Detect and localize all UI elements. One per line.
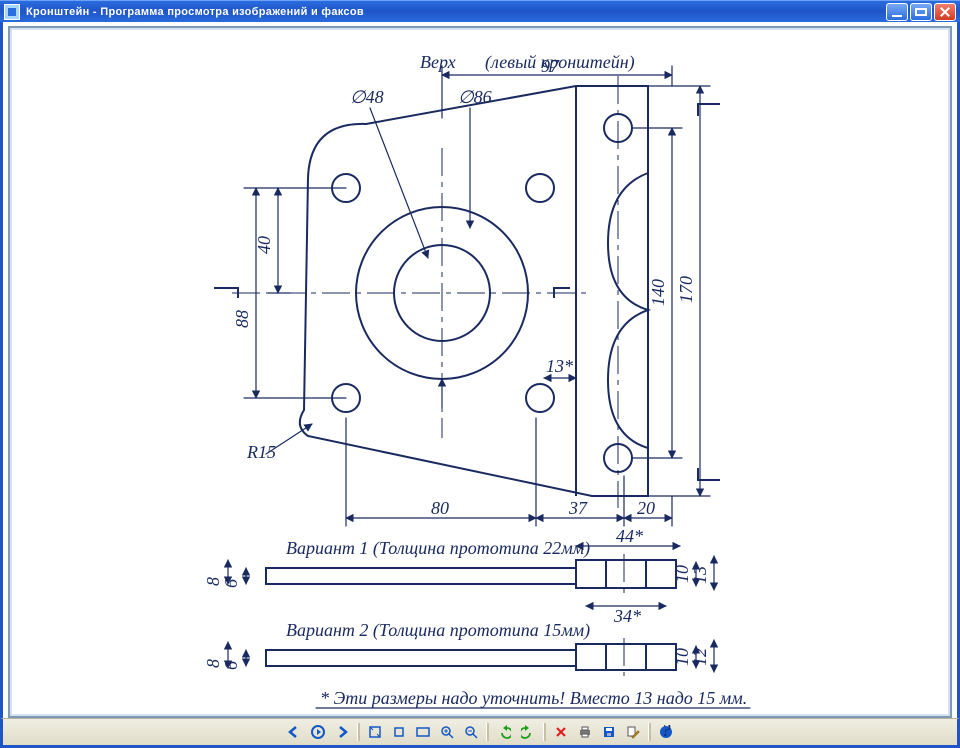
actual-size-button[interactable] — [390, 723, 408, 741]
fit-button[interactable] — [366, 723, 384, 741]
heading-top-left: Верх — [420, 52, 456, 72]
print-button[interactable] — [576, 723, 594, 741]
delete-button[interactable] — [552, 723, 570, 741]
dim-d86: ∅86 — [458, 87, 492, 107]
footnote: * Эти размеры надо уточнить! Вместо 13 н… — [320, 688, 747, 708]
app-icon — [4, 4, 20, 20]
window-title: Кронштейн - Программа просмотра изображе… — [26, 6, 364, 18]
heading-top-right: (левый кронштейн) — [485, 52, 635, 73]
separator — [543, 723, 546, 741]
play-button[interactable] — [309, 723, 327, 741]
dim-37: 37 — [568, 498, 588, 518]
separator — [486, 723, 489, 741]
variant1-label: Вариант 1 (Толщина прототипа 22мм) — [286, 538, 590, 559]
hole-br — [526, 384, 554, 412]
separator — [357, 723, 360, 741]
dim-13s: 13* — [546, 356, 573, 376]
dim-v2-12: 12 — [690, 648, 710, 666]
dim-d48: ∅48 — [350, 87, 384, 107]
dim-v1-8: 8 — [203, 577, 223, 586]
maximize-button[interactable] — [910, 3, 932, 21]
next-button[interactable] — [333, 723, 351, 741]
client-area: Верх (левый кронштейн) R15 — [0, 22, 960, 722]
dim-v2-8: 8 — [203, 659, 223, 668]
edit-button[interactable] — [624, 723, 642, 741]
dim-88: 88 — [232, 310, 252, 328]
hole-tr — [526, 174, 554, 202]
image-viewer[interactable]: Верх (левый кронштейн) R15 — [8, 26, 952, 718]
minimize-button[interactable] — [886, 3, 908, 21]
dim-140: 140 — [648, 279, 668, 306]
section-variant2 — [266, 638, 676, 676]
plate-outline — [300, 86, 648, 496]
slideshow-button[interactable] — [414, 723, 432, 741]
zoom-out-button[interactable] — [462, 723, 480, 741]
dim-44s: 44* — [616, 526, 643, 546]
save-button[interactable] — [600, 723, 618, 741]
dim-v2-10: 10 — [672, 648, 692, 666]
dim-v1-10: 10 — [672, 565, 692, 583]
title-bar: Кронштейн - Программа просмотра изображе… — [0, 0, 960, 23]
svg-text:?: ? — [662, 725, 671, 739]
rotate-left-button[interactable] — [495, 723, 513, 741]
help-button[interactable]: ? — [657, 723, 675, 741]
dim-v1-6: 6 — [221, 579, 241, 588]
separator — [648, 723, 651, 741]
zoom-in-button[interactable] — [438, 723, 456, 741]
dim-97: 97 — [541, 56, 560, 76]
dim-170: 170 — [676, 276, 696, 303]
window-buttons — [886, 3, 956, 21]
variant2-label: Вариант 2 (Толщина прототипа 15мм) — [286, 620, 590, 641]
dim-20: 20 — [637, 498, 655, 518]
dim-34s: 34* — [613, 606, 641, 626]
dim-v2-6: 6 — [221, 661, 241, 670]
viewer-toolbar: ? — [0, 718, 960, 748]
dim-80: 80 — [431, 498, 449, 518]
dim-40: 40 — [254, 236, 274, 254]
section-variant1 — [266, 554, 676, 594]
close-button[interactable] — [934, 3, 956, 21]
prev-button[interactable] — [285, 723, 303, 741]
drawing-canvas: Верх (левый кронштейн) R15 — [10, 28, 950, 718]
rotate-right-button[interactable] — [519, 723, 537, 741]
dim-r15: R15 — [246, 442, 276, 462]
dim-v1-13: 13 — [690, 566, 710, 584]
